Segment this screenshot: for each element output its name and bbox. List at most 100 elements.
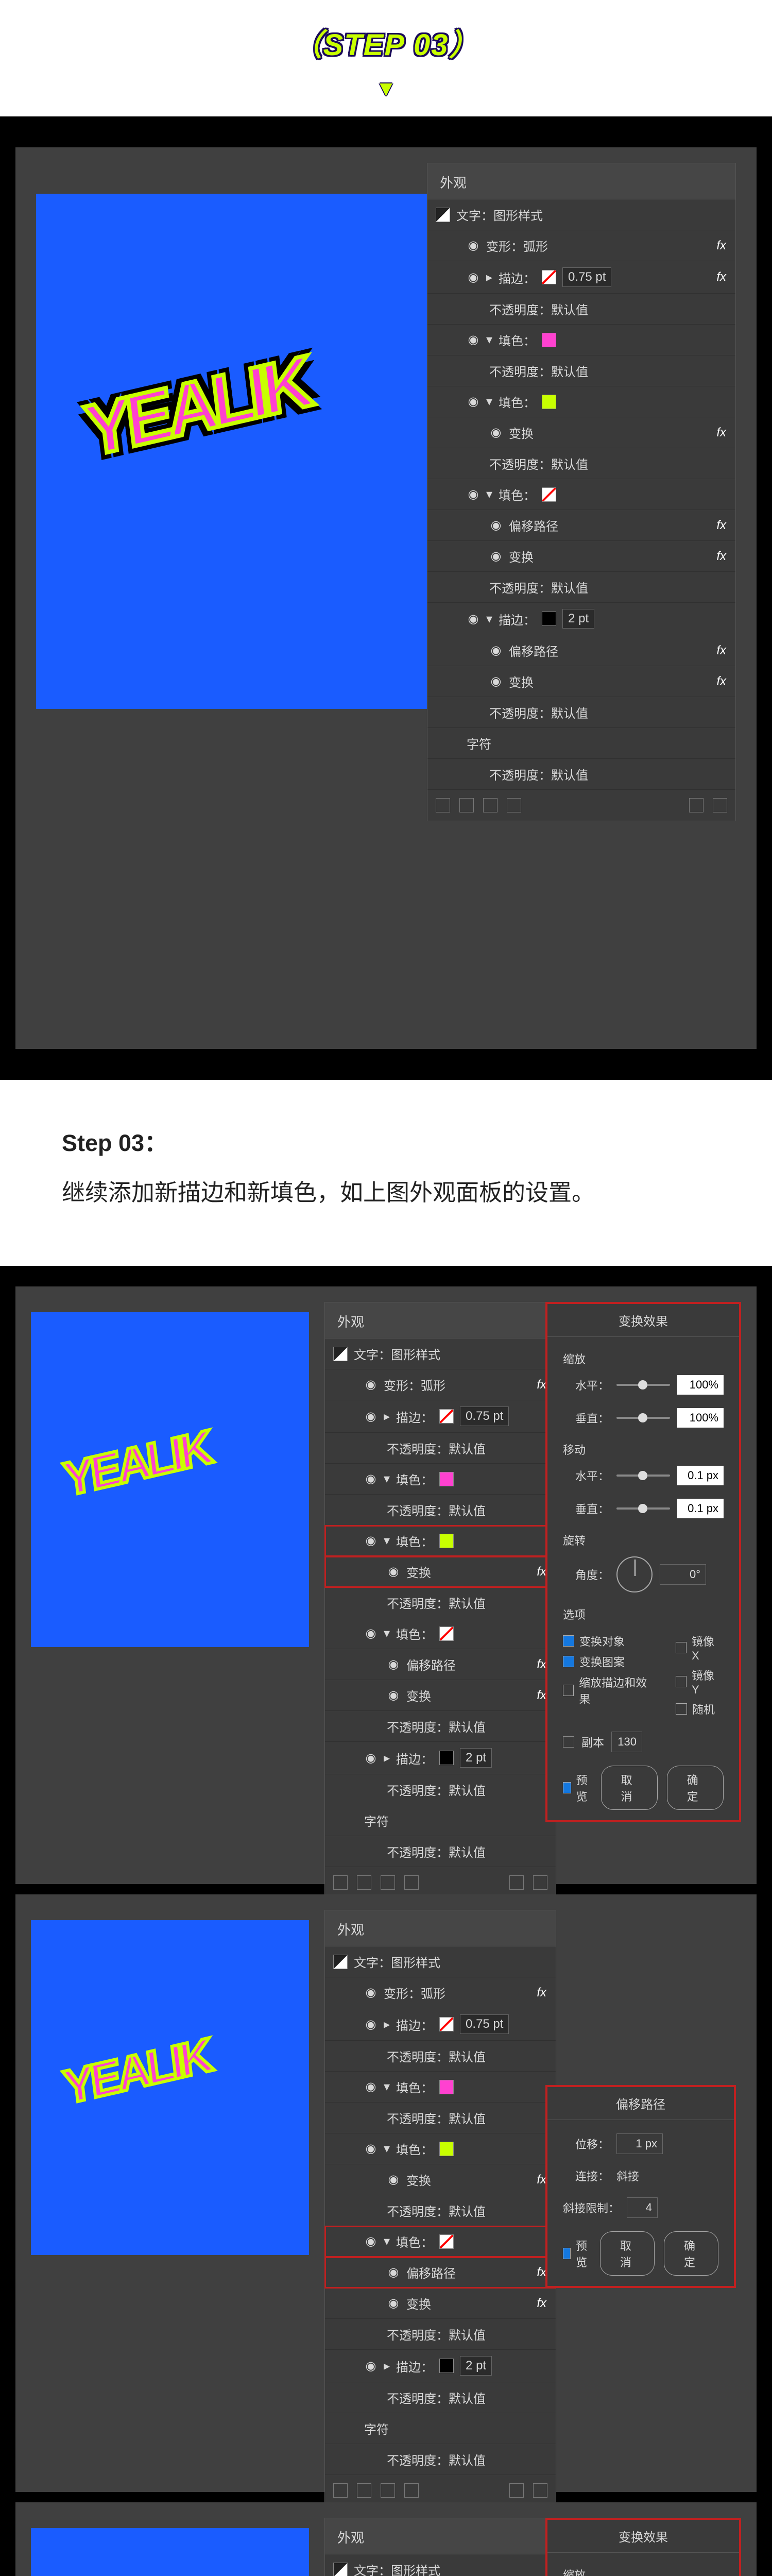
row-stroke-black[interactable]: ◉ ▾ 描边： 2 pt bbox=[427, 603, 735, 635]
artwork-text: YEALIK bbox=[61, 1430, 211, 1499]
row-type[interactable]: 文字：图形样式 bbox=[325, 1338, 556, 1369]
row-transform[interactable]: ◉ 变换 fx bbox=[427, 417, 735, 448]
row-opacity[interactable]: 不透明度：默认值 bbox=[427, 448, 735, 479]
panel-footer bbox=[427, 790, 735, 821]
offset-dialog: 偏移路径 位移： 1 px 连接： 斜接 斜接限制： 4 预览 取消 确定 bbox=[545, 2085, 736, 2288]
add-stroke-icon[interactable] bbox=[436, 798, 450, 812]
swatch-none[interactable] bbox=[542, 270, 556, 284]
fx-menu-icon[interactable] bbox=[483, 798, 497, 812]
row-transform[interactable]: ◉ 变换 fx bbox=[427, 666, 735, 697]
visibility-eye-icon[interactable]: ◉ bbox=[489, 549, 503, 564]
row-warp[interactable]: ◉ 变形：弧形 fx bbox=[427, 230, 735, 261]
visibility-eye-icon[interactable]: ◉ bbox=[467, 487, 480, 502]
duplicate-icon[interactable] bbox=[689, 798, 704, 812]
appearance-panel: 外观 文字：图形样式 ◉变形：弧形fx ◉▸描边：0.75 pt 不透明度：默认… bbox=[324, 1910, 556, 2506]
chk-strokefx[interactable]: 缩放描边和效果 bbox=[563, 1674, 655, 1707]
row-transform[interactable]: ◉ 变换 fx bbox=[427, 541, 735, 572]
visibility-eye-icon[interactable]: ◉ bbox=[467, 612, 480, 626]
field-scale-v: 垂直： 100% bbox=[563, 1408, 724, 1428]
row-fill-lime[interactable]: ◉ ▾ 填色： bbox=[427, 386, 735, 417]
trash-icon[interactable] bbox=[713, 798, 727, 812]
screenshot-2: YEALIK 外观 文字：图形样式 ◉变形：弧形fx ◉▸描边：0.75 pt … bbox=[15, 1286, 757, 1884]
row-opacity[interactable]: 不透明度：默认值 bbox=[427, 572, 735, 603]
row-opacity[interactable]: 不透明度：默认值 bbox=[427, 294, 735, 325]
panel-title[interactable]: 外观 bbox=[427, 163, 735, 199]
value[interactable]: 100% bbox=[677, 1375, 724, 1395]
chk-refly[interactable]: 镜像 Y bbox=[676, 1667, 724, 1697]
chk-obj[interactable]: 变换对象 bbox=[563, 1633, 655, 1649]
ok-button[interactable]: 确定 bbox=[664, 2231, 718, 2276]
row-opacity[interactable]: 不透明度：默认值 bbox=[427, 759, 735, 790]
row-fill-pink[interactable]: ◉▾填色： bbox=[325, 1464, 556, 1495]
fx-icon[interactable]: fx bbox=[716, 239, 726, 253]
visibility-eye-icon[interactable]: ◉ bbox=[489, 643, 503, 658]
field-copies: 副本 130 bbox=[563, 1732, 724, 1752]
swatch-black[interactable] bbox=[542, 612, 556, 626]
visibility-eye-icon[interactable]: ◉ bbox=[489, 425, 503, 440]
stroke-label: 描边： bbox=[499, 268, 536, 286]
cancel-button[interactable]: 取消 bbox=[600, 2231, 655, 2276]
row-offset[interactable]: ◉ 偏移路径 fx bbox=[427, 635, 735, 666]
fx-icon[interactable]: fx bbox=[716, 674, 726, 689]
row-fill-pink[interactable]: ◉ ▾ 填色： bbox=[427, 325, 735, 355]
fx-icon[interactable]: fx bbox=[716, 643, 726, 658]
row-warp[interactable]: ◉变形：弧形fx bbox=[325, 1369, 556, 1400]
artwork-text: YEALIK bbox=[82, 353, 310, 459]
row-stroke-1[interactable]: ◉▸描边：0.75 pt bbox=[325, 1400, 556, 1433]
row-opacity[interactable]: 不透明度：默认值 bbox=[427, 355, 735, 386]
angle-dial[interactable] bbox=[616, 1556, 653, 1592]
illustrator-window: YEALIK 外观 文字：图形样式 ◉ 变形：弧形 fx ◉ ▸ 描边： 0.7… bbox=[15, 147, 757, 1049]
field-move-h: 水平： 0.1 px bbox=[563, 1466, 724, 1485]
artboard: YEALIK bbox=[31, 1312, 309, 1647]
stroke-weight-dropdown[interactable]: 2 pt bbox=[562, 609, 594, 629]
row-fill-none[interactable]: ◉ ▾ 填色： bbox=[427, 479, 735, 510]
row-characters[interactable]: 字符 bbox=[427, 728, 735, 759]
field-move-v: 垂直： 0.1 px bbox=[563, 1499, 724, 1518]
fx-icon[interactable]: fx bbox=[716, 549, 726, 564]
add-fill-icon[interactable] bbox=[459, 798, 474, 812]
chk-random[interactable]: 随机 bbox=[676, 1701, 724, 1717]
row-opacity[interactable]: 不透明度：默认值 bbox=[427, 697, 735, 728]
chk-preview[interactable]: 预览 bbox=[563, 1770, 592, 1806]
warp-label: 变形：弧形 bbox=[486, 236, 548, 255]
slider[interactable] bbox=[616, 1384, 670, 1386]
visibility-eye-icon[interactable]: ◉ bbox=[467, 332, 480, 347]
visibility-eye-icon[interactable]: ◉ bbox=[467, 394, 480, 409]
caption-body: 继续添加新描边和新填色，如上图外观面板的设置。 bbox=[62, 1171, 710, 1215]
row-offset[interactable]: ◉偏移路径fx bbox=[325, 2257, 556, 2288]
clear-icon[interactable] bbox=[507, 798, 521, 812]
dialog-title: 偏移路径 bbox=[547, 2087, 734, 2120]
thumb bbox=[436, 208, 450, 222]
row-offset[interactable]: ◉ 偏移路径 fx bbox=[427, 510, 735, 541]
join-dropdown[interactable]: 斜接 bbox=[616, 2167, 678, 2184]
fx-icon[interactable]: fx bbox=[716, 270, 726, 284]
screenshot-gallery: YEALIK 外观 文字：图形样式 ◉变形：弧形fx ◉▸描边：0.75 pt … bbox=[0, 1266, 772, 2576]
visibility-eye-icon[interactable]: ◉ bbox=[467, 238, 480, 253]
ok-button[interactable]: 确定 bbox=[667, 1766, 724, 1810]
row-stroke-1[interactable]: ◉ ▸ 描边： 0.75 pt fx bbox=[427, 261, 735, 294]
visibility-eye-icon[interactable]: ◉ bbox=[489, 518, 503, 533]
transform-dialog-2: 变换效果 缩放 水平：100% 垂直：100% 移动 水平：0.1 px 垂直：… bbox=[545, 2518, 741, 2576]
visibility-eye-icon[interactable]: ◉ bbox=[467, 270, 480, 285]
row-fill-lime[interactable]: ◉▾填色： bbox=[325, 1526, 556, 1556]
swatch-pink[interactable] bbox=[542, 333, 556, 347]
row-transform[interactable]: ◉变换fx bbox=[325, 1556, 556, 1587]
screenshot-1: YEALIK 外观 文字：图形样式 ◉ 变形：弧形 fx ◉ ▸ 描边： 0.7… bbox=[0, 116, 772, 1080]
fx-icon[interactable]: fx bbox=[716, 518, 726, 533]
fx-icon[interactable]: fx bbox=[716, 426, 726, 440]
appearance-panel: 外观 文字：图形样式 ◉变形：弧形fx ◉▸描边：0.75 pt 不透明度：默认… bbox=[324, 2518, 556, 2576]
chk-reflx[interactable]: 镜像 X bbox=[676, 1633, 724, 1663]
stroke-weight-dropdown[interactable]: 0.75 pt bbox=[562, 267, 611, 287]
appearance-panel: 外观 文字：图形样式 ◉变形：弧形fx ◉▸描边：0.75 pt 不透明度：默认… bbox=[324, 1302, 556, 1899]
swatch-none[interactable] bbox=[542, 487, 556, 502]
visibility-eye-icon[interactable]: ◉ bbox=[489, 674, 503, 689]
cancel-button[interactable]: 取消 bbox=[601, 1766, 658, 1810]
panel-title[interactable]: 外观 bbox=[325, 1302, 556, 1338]
field-join: 连接： 斜接 bbox=[563, 2167, 718, 2184]
chk-pat[interactable]: 变换图案 bbox=[563, 1653, 655, 1670]
field-miter: 斜接限制： 4 bbox=[563, 2197, 718, 2218]
row-fill-none[interactable]: ◉▾填色： bbox=[325, 1618, 556, 1649]
chk-preview[interactable]: 预览 bbox=[563, 2235, 591, 2272]
swatch-lime[interactable] bbox=[542, 395, 556, 409]
row-type[interactable]: 文字：图形样式 bbox=[427, 199, 735, 230]
